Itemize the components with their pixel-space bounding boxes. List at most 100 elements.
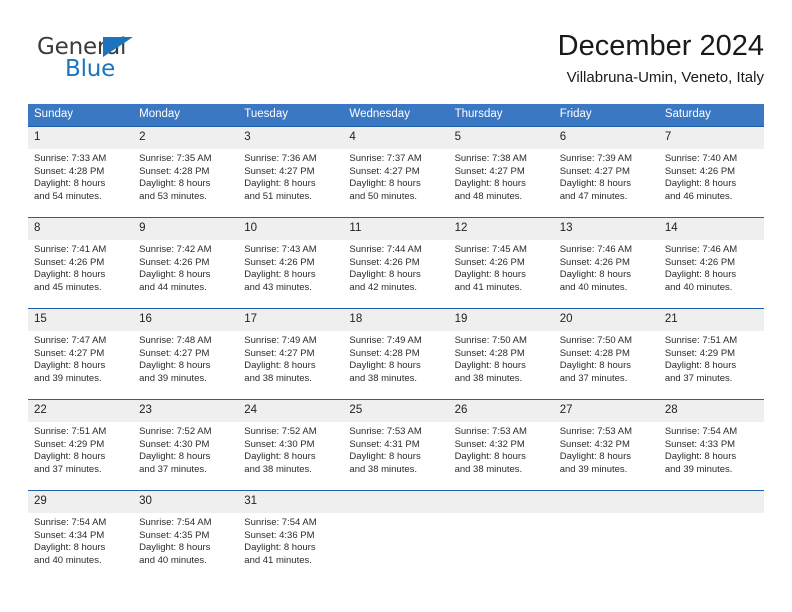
daylight-duration-line2: and 38 minutes.: [454, 463, 523, 475]
day-number: 26: [448, 400, 554, 422]
day-details: Sunrise: 7:37 AM Sunset: 4:27 PM Daylight:…: [343, 149, 448, 203]
calendar-day-cell[interactable]: 7 Sunrise: 7:40 AM Sunset: 4:26 PM Daylight…: [658, 126, 764, 218]
calendar-day-cell[interactable]: 22 Sunrise: 7:51 AM Sunset: 4:29 PM Dayligh…: [28, 399, 134, 491]
sunrise-time: Sunrise: 7:43 AM: [244, 244, 317, 255]
day-details: Sunrise: 7:43 AM Sunset: 4:26 PM Daylight:…: [238, 240, 343, 294]
calendar-day-cell[interactable]: 15 Sunrise: 7:47 AM Sunset: 4:27 PM Dayligh…: [28, 308, 134, 400]
calendar-day-cell[interactable]: 6 Sunrise: 7:39 AM Sunset: 4:27 PM Daylight…: [553, 126, 659, 218]
calendar-day-cell[interactable]: 17 Sunrise: 7:49 AM Sunset: 4:27 PM Dayligh…: [238, 308, 344, 400]
calendar-day-cell[interactable]: 8 Sunrise: 7:41 AM Sunset: 4:26 PM Daylight…: [28, 217, 134, 309]
calendar-day-cell[interactable]: 12 Sunrise: 7:45 AM Sunset: 4:26 PM Dayligh…: [448, 217, 554, 309]
calendar-day-cell[interactable]: 29 Sunrise: 7:54 AM Sunset: 4:34 PM Dayligh…: [28, 490, 134, 581]
day-number: 21: [658, 309, 764, 331]
daylight-duration-line2: and 39 minutes.: [559, 463, 628, 475]
calendar-body: 1 Sunrise: 7:33 AM Sunset: 4:28 PM Daylight…: [28, 126, 764, 581]
sunrise-time: Sunrise: 7:52 AM: [139, 426, 212, 437]
daylight-duration-line1: Daylight: 8 hours: [349, 269, 421, 281]
day-details: Sunrise: 7:49 AM Sunset: 4:28 PM Daylight:…: [343, 331, 448, 385]
day-number: 20: [553, 309, 659, 331]
sunset-time: Sunset: 4:27 PM: [244, 347, 315, 359]
sunset-time: Sunset: 4:26 PM: [349, 256, 420, 268]
sunrise-time: Sunrise: 7:33 AM: [34, 153, 107, 164]
calendar-day-cell[interactable]: 1 Sunrise: 7:33 AM Sunset: 4:28 PM Daylight…: [28, 126, 134, 218]
calendar-day-cell[interactable]: 25 Sunrise: 7:53 AM Sunset: 4:31 PM Dayligh…: [343, 399, 449, 491]
daylight-duration-line2: and 39 minutes.: [34, 372, 102, 384]
day-details: Sunrise: 7:38 AM Sunset: 4:27 PM Daylight:…: [449, 149, 554, 203]
daylight-duration-line1: Daylight: 8 hours: [664, 360, 737, 372]
daylight-duration-line2: and 53 minutes.: [139, 190, 207, 202]
calendar-day-cell[interactable]: 30 Sunrise: 7:54 AM Sunset: 4:35 PM Dayligh…: [133, 490, 239, 581]
calendar-day-cell[interactable]: 23 Sunrise: 7:52 AM Sunset: 4:30 PM Dayligh…: [133, 399, 239, 491]
daylight-duration-line2: and 51 minutes.: [244, 190, 312, 202]
calendar-day-cell[interactable]: 9 Sunrise: 7:42 AM Sunset: 4:26 PM Daylight…: [133, 217, 239, 309]
day-details: Sunrise: 7:46 AM Sunset: 4:26 PM Daylight:…: [659, 240, 764, 294]
day-number: 23: [133, 400, 239, 422]
sunset-time: Sunset: 4:26 PM: [664, 256, 736, 268]
calendar-day-cell[interactable]: 31 Sunrise: 7:54 AM Sunset: 4:36 PM Dayligh…: [238, 490, 344, 581]
calendar-day-cell[interactable]: 24 Sunrise: 7:52 AM Sunset: 4:30 PM Dayligh…: [238, 399, 344, 491]
calendar-day-cell[interactable]: 13 Sunrise: 7:46 AM Sunset: 4:26 PM Dayligh…: [553, 217, 659, 309]
daylight-duration-line2: and 37 minutes.: [139, 463, 207, 475]
sunrise-time: Sunrise: 7:42 AM: [139, 244, 212, 255]
day-details: Sunrise: 7:44 AM Sunset: 4:26 PM Daylight:…: [343, 240, 448, 294]
daylight-duration-line1: Daylight: 8 hours: [559, 269, 631, 281]
day-number: 24: [238, 400, 344, 422]
sunset-time: Sunset: 4:27 PM: [244, 165, 315, 177]
day-details: [343, 513, 448, 517]
daylight-duration-line2: and 41 minutes.: [244, 554, 312, 566]
generalblue-logo[interactable]: General Blue: [28, 34, 258, 90]
daylight-duration-line2: and 39 minutes.: [664, 463, 733, 475]
sunrise-time: Sunrise: 7:49 AM: [244, 335, 317, 346]
daylight-duration-line1: Daylight: 8 hours: [34, 451, 106, 463]
weekday-header-thursday: Thursday: [448, 104, 554, 127]
day-number: 19: [448, 309, 554, 331]
day-number: 13: [553, 218, 659, 240]
day-details: Sunrise: 7:33 AM Sunset: 4:28 PM Daylight:…: [28, 149, 133, 203]
calendar-day-cell[interactable]: 18 Sunrise: 7:49 AM Sunset: 4:28 PM Dayligh…: [343, 308, 449, 400]
calendar-day-cell[interactable]: 11 Sunrise: 7:44 AM Sunset: 4:26 PM Dayligh…: [343, 217, 449, 309]
sunset-time: Sunset: 4:30 PM: [139, 438, 210, 450]
calendar-day-cell[interactable]: 21 Sunrise: 7:51 AM Sunset: 4:29 PM Dayligh…: [658, 308, 764, 400]
calendar-day-cell[interactable]: 28 Sunrise: 7:54 AM Sunset: 4:33 PM Dayligh…: [658, 399, 764, 491]
daylight-duration-line1: Daylight: 8 hours: [664, 178, 737, 190]
day-number: 28: [658, 400, 764, 422]
sunset-time: Sunset: 4:36 PM: [244, 529, 315, 541]
calendar-day-cell[interactable]: 5 Sunrise: 7:38 AM Sunset: 4:27 PM Daylight…: [448, 126, 554, 218]
calendar-day-cell[interactable]: 27 Sunrise: 7:53 AM Sunset: 4:32 PM Dayligh…: [553, 399, 659, 491]
month-calendar-table: Sunday Monday Tuesday Wednesday Thursday…: [28, 104, 764, 581]
calendar-day-cell[interactable]: 16 Sunrise: 7:48 AM Sunset: 4:27 PM Dayligh…: [133, 308, 239, 400]
calendar-day-cell[interactable]: 19 Sunrise: 7:50 AM Sunset: 4:28 PM Dayligh…: [448, 308, 554, 400]
sunset-time: Sunset: 4:26 PM: [244, 256, 315, 268]
sunset-time: Sunset: 4:28 PM: [559, 347, 630, 359]
calendar-header-row-group: Sunday Monday Tuesday Wednesday Thursday…: [28, 104, 764, 127]
weekday-header-wednesday: Wednesday: [343, 104, 449, 127]
daylight-duration-line1: Daylight: 8 hours: [559, 178, 631, 190]
calendar-day-cell[interactable]: 14 Sunrise: 7:46 AM Sunset: 4:26 PM Dayligh…: [658, 217, 764, 309]
calendar-day-cell[interactable]: 20 Sunrise: 7:50 AM Sunset: 4:28 PM Dayligh…: [553, 308, 659, 400]
calendar-day-cell[interactable]: 4 Sunrise: 7:37 AM Sunset: 4:27 PM Daylight…: [343, 126, 449, 218]
blue-triangle-icon: [103, 37, 133, 57]
day-number: 6: [553, 127, 659, 149]
sunrise-time: Sunrise: 7:39 AM: [559, 153, 633, 164]
day-details: Sunrise: 7:47 AM Sunset: 4:27 PM Daylight:…: [28, 331, 133, 385]
sunrise-time: Sunrise: 7:50 AM: [559, 335, 633, 346]
day-details: Sunrise: 7:39 AM Sunset: 4:27 PM Daylight:…: [554, 149, 659, 203]
day-number: [448, 491, 554, 513]
sunset-time: Sunset: 4:30 PM: [244, 438, 315, 450]
day-number: 11: [343, 218, 449, 240]
daylight-duration-line1: Daylight: 8 hours: [454, 451, 526, 463]
calendar-day-cell[interactable]: 3 Sunrise: 7:36 AM Sunset: 4:27 PM Daylight…: [238, 126, 344, 218]
daylight-duration-line1: Daylight: 8 hours: [559, 451, 631, 463]
weekday-header-sunday: Sunday: [28, 104, 134, 127]
daylight-duration-line1: Daylight: 8 hours: [244, 269, 316, 281]
sunrise-time: Sunrise: 7:47 AM: [34, 335, 107, 346]
calendar-day-cell[interactable]: 10 Sunrise: 7:43 AM Sunset: 4:26 PM Dayligh…: [238, 217, 344, 309]
day-details: Sunrise: 7:53 AM Sunset: 4:31 PM Daylight:…: [343, 422, 448, 476]
calendar-day-cell[interactable]: 26 Sunrise: 7:53 AM Sunset: 4:32 PM Dayligh…: [448, 399, 554, 491]
daylight-duration-line1: Daylight: 8 hours: [34, 178, 106, 190]
sunrise-time: Sunrise: 7:54 AM: [34, 517, 107, 528]
day-number: 14: [658, 218, 764, 240]
calendar-day-cell[interactable]: 2 Sunrise: 7:35 AM Sunset: 4:28 PM Daylight…: [133, 126, 239, 218]
day-details: Sunrise: 7:53 AM Sunset: 4:32 PM Daylight:…: [449, 422, 554, 476]
daylight-duration-line1: Daylight: 8 hours: [664, 451, 737, 463]
